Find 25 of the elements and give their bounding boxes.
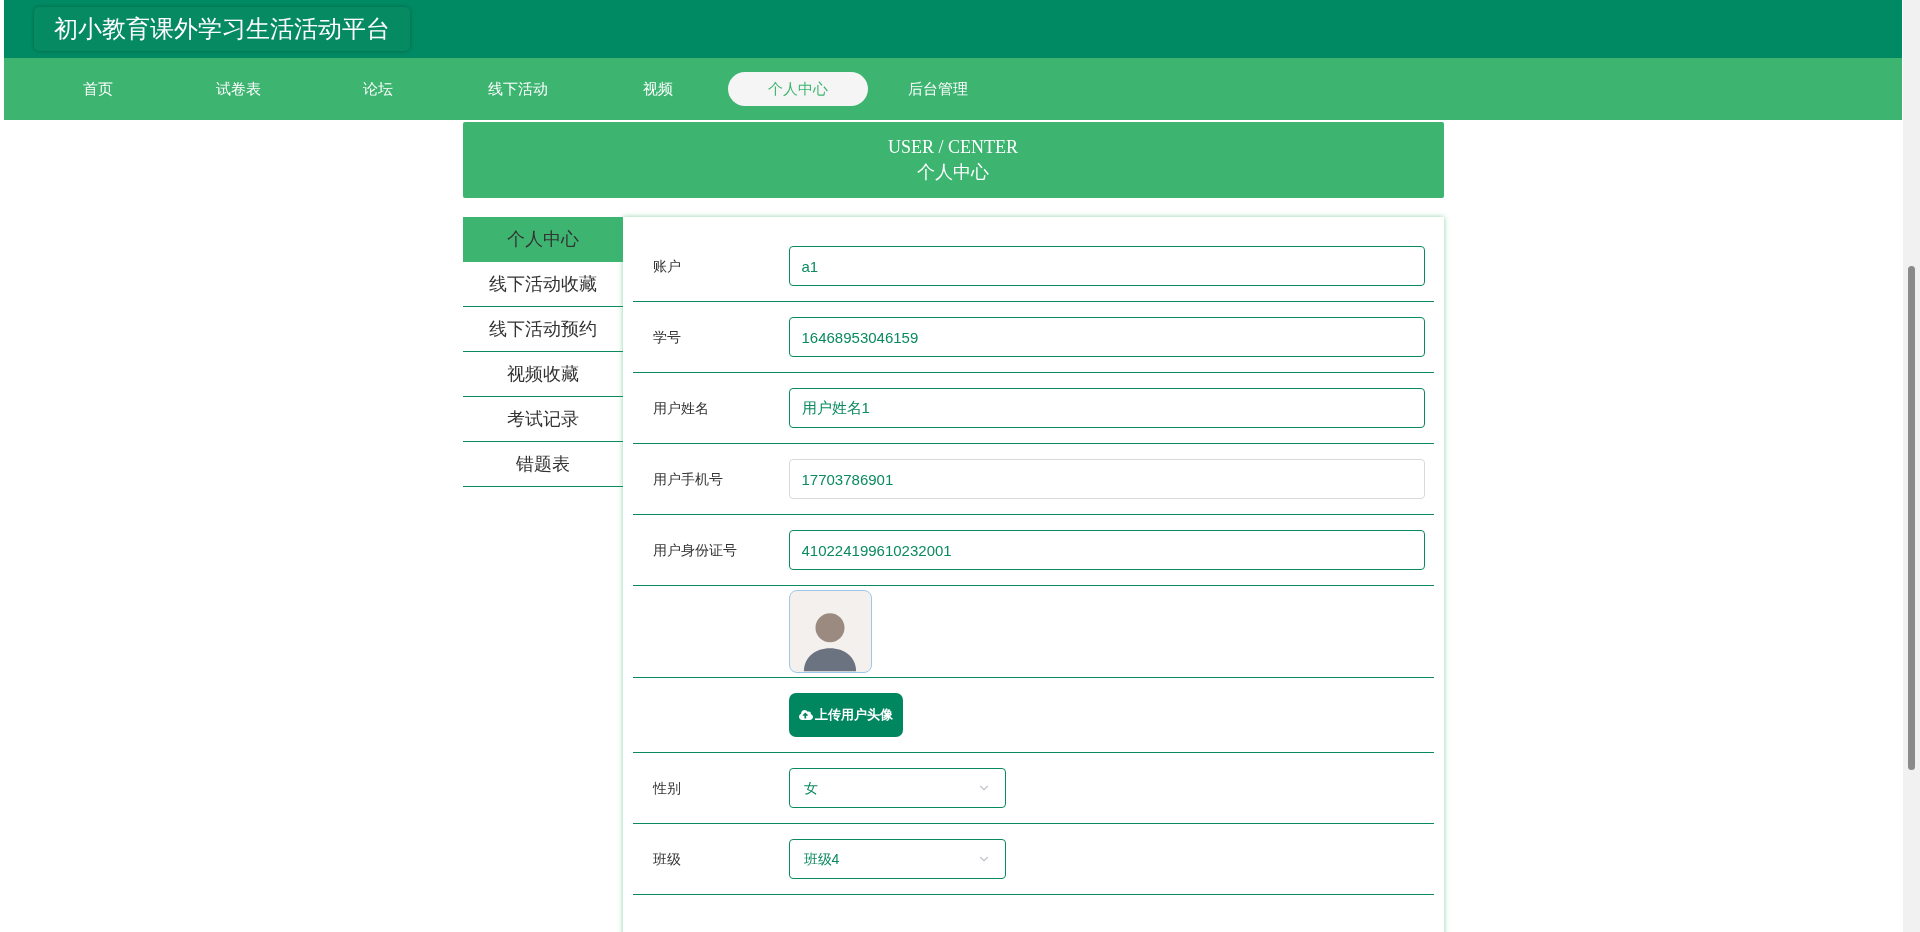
field-label: 性别 xyxy=(652,780,681,796)
nav-tab[interactable]: 视频 xyxy=(588,72,728,106)
nav-tab[interactable]: 论坛 xyxy=(308,72,448,106)
field-label: 用户姓名 xyxy=(652,400,709,416)
nav-tab[interactable]: 个人中心 xyxy=(728,72,868,106)
select-field[interactable]: 班级4 xyxy=(788,839,1006,879)
banner-title: 个人中心 xyxy=(917,161,989,184)
field-label: 学号 xyxy=(652,329,681,345)
select-field[interactable]: 女 xyxy=(788,768,1006,808)
banner-title-english: USER / CENTER xyxy=(888,136,1018,159)
text-field[interactable]: a1 xyxy=(788,246,1425,286)
text-field[interactable]: 410224199610232001 xyxy=(788,530,1425,570)
sidebar-item[interactable]: 个人中心 xyxy=(462,217,623,262)
site-title: 初小教育课外学习生活活动平台 xyxy=(34,7,410,51)
field-label: 用户身份证号 xyxy=(652,542,737,558)
nav-tab[interactable]: 首页 xyxy=(28,72,168,106)
nav-tab[interactable]: 线下活动 xyxy=(448,72,588,106)
upload-avatar-button[interactable]: 上传用户头像 xyxy=(788,693,903,737)
field-label: 班级 xyxy=(652,851,681,867)
text-field[interactable]: 16468953046159 xyxy=(788,317,1425,357)
text-field[interactable]: 用户姓名1 xyxy=(788,388,1425,428)
nav-tab[interactable]: 后台管理 xyxy=(868,72,1008,106)
field-label: 账户 xyxy=(652,258,681,274)
nav-tab[interactable]: 试卷表 xyxy=(168,72,308,106)
field-label: 用户手机号 xyxy=(652,471,723,487)
